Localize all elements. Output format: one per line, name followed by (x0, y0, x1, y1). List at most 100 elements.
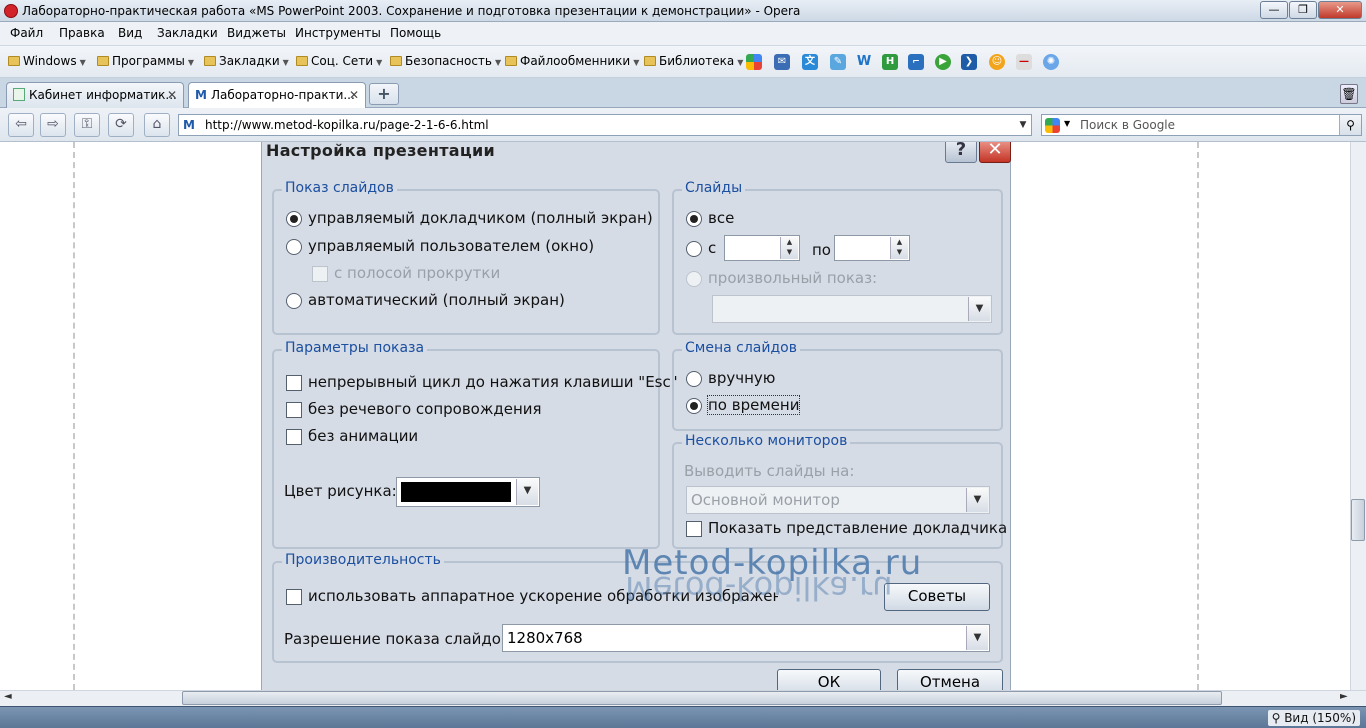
chevron-down-icon[interactable]: ▼ (966, 626, 988, 650)
vertical-scroll-thumb[interactable] (1351, 499, 1365, 541)
mail-bookmark-icon[interactable]: ✉ (774, 54, 790, 70)
bookmark-folder-windows[interactable]: Windows ▼ (8, 54, 86, 68)
close-tab-icon[interactable]: ✕ (349, 88, 359, 102)
menu-bookmarks[interactable]: Закладки (157, 26, 218, 40)
menu-file[interactable]: Файл (10, 26, 43, 40)
status-bar: ⚲ Вид (150%) (0, 706, 1366, 728)
label-timed[interactable]: по времени (706, 395, 801, 415)
close-window-button[interactable]: ✕ (1318, 1, 1362, 19)
minimize-button[interactable]: — (1260, 1, 1288, 19)
stepper-arrows-icon[interactable]: ▲ ▼ (780, 237, 798, 259)
label-scrollbar: с полосой прокрутки (334, 264, 501, 282)
checkbox-hw-accel[interactable] (286, 589, 302, 605)
checkbox-scrollbar[interactable] (312, 266, 328, 282)
radio-user-window[interactable] (286, 239, 302, 255)
corner-bookmark-icon[interactable]: ⌐ (908, 54, 924, 70)
search-icon[interactable]: ⚲ (1339, 115, 1361, 135)
bookmark-folder-library[interactable]: Библиотека ▼ (644, 54, 743, 68)
arrow-bookmark-icon[interactable]: ❯ (961, 54, 977, 70)
to-slide-stepper[interactable]: ▲ ▼ (834, 235, 910, 261)
from-slide-stepper[interactable]: ▲ ▼ (724, 235, 800, 261)
google-icon[interactable] (1045, 118, 1060, 133)
label-auto[interactable]: автоматический (полный экран) (308, 291, 565, 309)
menu-help[interactable]: Помощь (390, 26, 441, 40)
bookmark-folder-bookmarks[interactable]: Закладки ▼ (204, 54, 289, 68)
trash-icon[interactable]: 🗑 (1340, 84, 1358, 104)
label-user-window[interactable]: управляемый пользователем (окно) (308, 237, 594, 255)
forward-button[interactable]: ⇨ (40, 113, 66, 137)
flag-bookmark-icon[interactable]: — (1016, 54, 1032, 70)
home-button[interactable]: ⌂ (144, 113, 170, 137)
chevron-down-icon[interactable]: ▼ (1015, 115, 1031, 135)
scroll-right-icon[interactable]: ► (1340, 691, 1348, 702)
bookmark-folder-security[interactable]: Безопасность ▼ (390, 54, 501, 68)
bookmark-folder-programs[interactable]: Программы ▼ (97, 54, 194, 68)
custom-show-select[interactable]: ▼ (712, 295, 992, 323)
radio-from[interactable] (686, 241, 702, 257)
checkbox-presenter-view[interactable] (686, 521, 702, 537)
back-button[interactable]: ⇦ (8, 113, 34, 137)
radio-all-slides[interactable] (686, 211, 702, 227)
chevron-down-icon[interactable]: ▼ (516, 479, 538, 505)
horizontal-scroll-thumb[interactable] (182, 691, 1222, 705)
menu-view[interactable]: Вид (118, 26, 142, 40)
smiley-bookmark-icon[interactable]: ☺ (989, 54, 1005, 70)
play-bookmark-icon[interactable]: ▶ (935, 54, 951, 70)
label-presenter-view[interactable]: Показать представление докладчика (708, 519, 1007, 537)
tab-bar: Кабинет информатик... ✕ M Лабораторно-пра… (0, 78, 1366, 109)
label-from[interactable]: с (708, 239, 716, 257)
radio-custom-show[interactable] (686, 271, 702, 287)
vertical-scrollbar[interactable] (1350, 142, 1366, 690)
bookmark-folder-social[interactable]: Соц. Сети ▼ (296, 54, 382, 68)
chevron-down-icon[interactable]: ▼ (1064, 119, 1070, 128)
address-bar[interactable]: M http://www.metod-kopilka.ru/page-2-1-6… (178, 114, 1032, 136)
new-tab-button[interactable]: + (369, 83, 399, 105)
tab-cabinet[interactable]: Кабинет информатик... ✕ (6, 82, 184, 108)
label-presenter[interactable]: управляемый докладчиком (полный экран) (308, 209, 653, 227)
dialog-close-button[interactable]: ✕ (979, 142, 1011, 163)
label-no-narration[interactable]: без речевого сопровождения (308, 400, 542, 418)
menu-tools[interactable]: Инструменты (295, 26, 381, 40)
label-all-slides[interactable]: все (708, 209, 734, 227)
tips-button[interactable]: Советы (884, 583, 990, 611)
slide-show-settings-dialog: Настройка презентации ? ✕ Показ слайдов … (261, 142, 1011, 690)
zoom-control[interactable]: ⚲ Вид (150%) (1267, 710, 1360, 726)
bookmark-folder-file-hosting[interactable]: Файлообменники ▼ (505, 54, 639, 68)
word-bookmark-icon[interactable]: W (856, 54, 872, 70)
label-no-animation[interactable]: без анимации (308, 427, 418, 445)
resolution-select[interactable]: 1280x768 ▼ (502, 624, 990, 652)
menu-edit[interactable]: Правка (59, 26, 105, 40)
checkbox-no-narration[interactable] (286, 402, 302, 418)
radio-presenter[interactable] (286, 211, 302, 227)
search-input[interactable]: Поиск в Google (1080, 118, 1175, 132)
translate-bookmark-icon[interactable]: 文 (802, 54, 818, 70)
radio-auto[interactable] (286, 293, 302, 309)
chevron-down-icon[interactable]: ▼ (966, 488, 988, 512)
wand-button[interactable]: ⚿ (74, 113, 100, 137)
feather-bookmark-icon[interactable]: ✎ (830, 54, 846, 70)
flower-bookmark-icon[interactable]: ✺ (1043, 54, 1059, 70)
label-manual[interactable]: вручную (708, 369, 775, 387)
search-box[interactable]: ▼ Поиск в Google ⚲ (1041, 114, 1362, 136)
tab-lab-work[interactable]: M Лабораторно-практи... ✕ (188, 82, 366, 109)
radio-timed[interactable] (686, 398, 702, 414)
ok-button[interactable]: ОК (777, 669, 881, 690)
monitor-select[interactable]: Основной монитор ▼ (686, 486, 990, 514)
menu-widgets[interactable]: Виджеты (227, 26, 286, 40)
cancel-button[interactable]: Отмена (897, 669, 1003, 690)
google-bookmark-icon[interactable] (746, 54, 762, 70)
close-tab-icon[interactable]: ✕ (167, 88, 177, 102)
label-loop[interactable]: непрерывный цикл до нажатия клавиши "Esc… (308, 373, 678, 391)
radio-manual[interactable] (686, 371, 702, 387)
address-url[interactable]: http://www.metod-kopilka.ru/page-2-1-6-6… (205, 118, 489, 132)
h-bookmark-icon[interactable]: H (882, 54, 898, 70)
maximize-button[interactable]: ❐ (1289, 1, 1317, 19)
pen-color-picker[interactable]: ▼ (396, 477, 540, 507)
checkbox-no-animation[interactable] (286, 429, 302, 445)
reload-button[interactable]: ⟳ (108, 113, 134, 137)
help-button[interactable]: ? (945, 142, 977, 163)
checkbox-loop[interactable] (286, 375, 302, 391)
chevron-down-icon[interactable]: ▼ (968, 297, 990, 321)
stepper-arrows-icon[interactable]: ▲ ▼ (890, 237, 908, 259)
scroll-left-icon[interactable]: ◄ (4, 691, 12, 702)
